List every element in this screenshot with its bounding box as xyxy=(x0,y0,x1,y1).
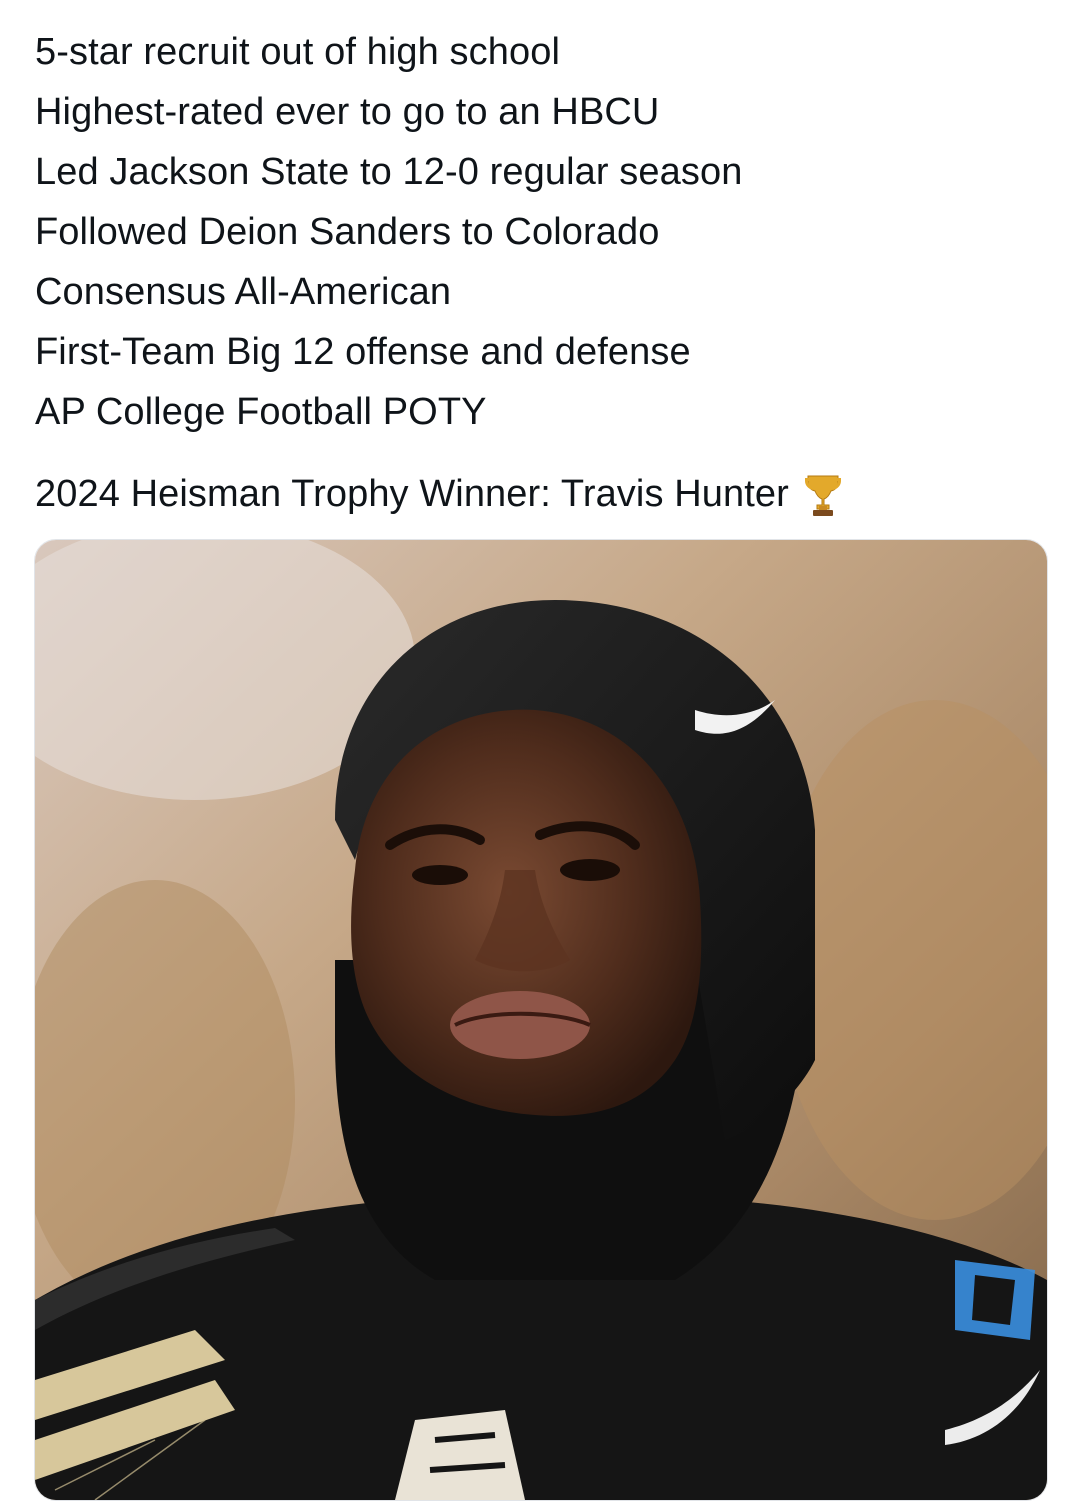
post-line-5: Consensus All-American xyxy=(35,271,452,313)
post-line-1: 5-star recruit out of high school xyxy=(35,31,561,73)
post-line-3: Led Jackson State to 12-0 regular season xyxy=(35,151,743,193)
post-body: 5-star recruit out of high school Highes… xyxy=(35,22,1045,524)
trophy-icon xyxy=(803,470,843,518)
post-line-4: Followed Deion Sanders to Colorado xyxy=(35,211,660,253)
post-line-2: Highest-rated ever to go to an HBCU xyxy=(35,91,660,133)
post-photo[interactable] xyxy=(34,539,1048,1501)
player-photo-illustration xyxy=(35,540,1047,1500)
post-headline-row: 2024 Heisman Trophy Winner: Travis Hunte… xyxy=(35,464,1045,524)
post-line-6: First-Team Big 12 offense and defense xyxy=(35,331,691,373)
post-headline: 2024 Heisman Trophy Winner: Travis Hunte… xyxy=(35,473,789,515)
post-line-7: AP College Football POTY xyxy=(35,391,487,433)
